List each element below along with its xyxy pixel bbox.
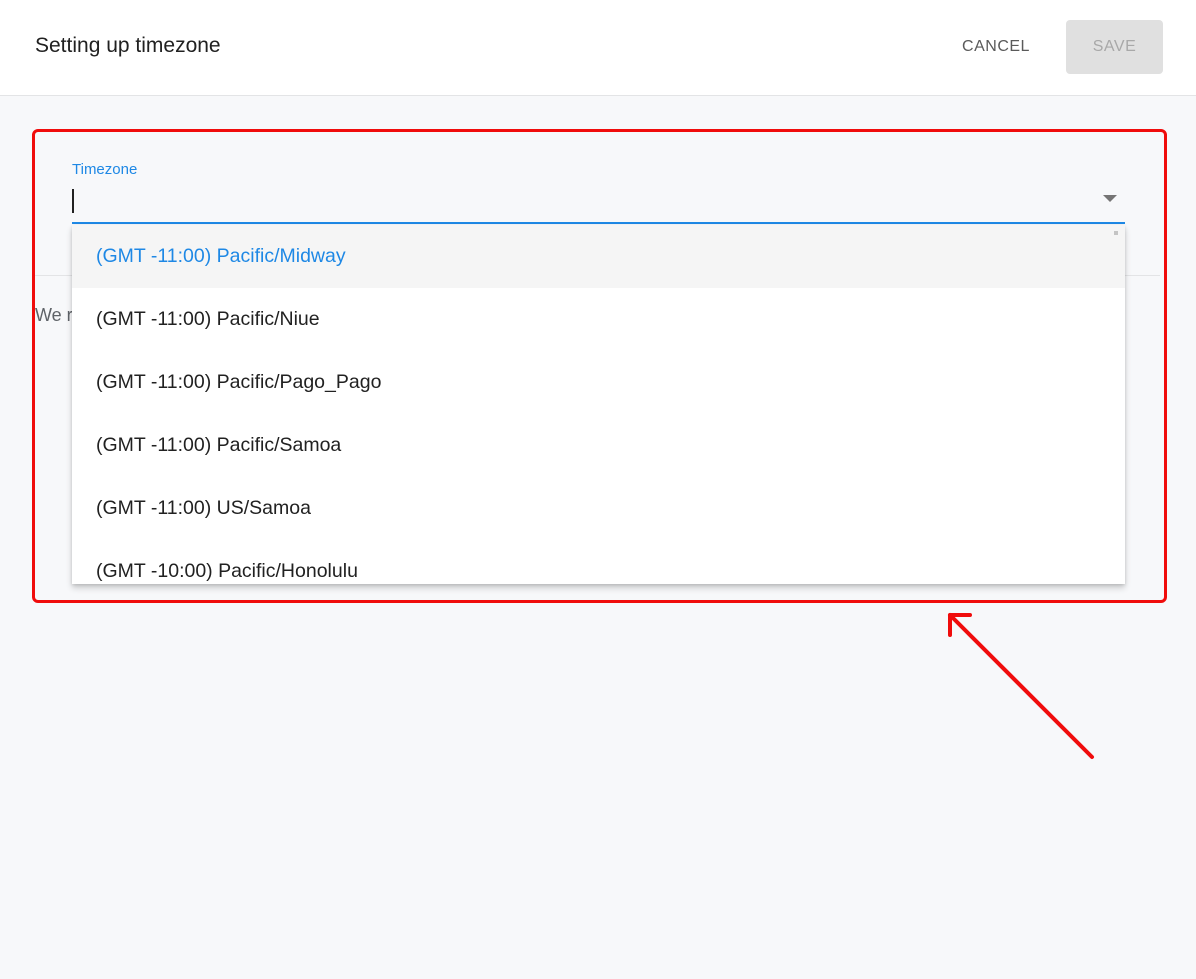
header-bar: Setting up timezone CANCEL SAVE: [0, 0, 1196, 96]
description-text: We r: [35, 305, 73, 325]
timezone-field[interactable]: Timezone: [72, 155, 1125, 225]
timezone-option[interactable]: (GMT -11:00) US/Samoa: [72, 477, 1125, 540]
scrollbar-thumb[interactable]: [1114, 231, 1118, 235]
field-underline: [72, 222, 1125, 224]
timezone-option[interactable]: (GMT -11:00) Pacific/Samoa: [72, 414, 1125, 477]
timezone-dropdown-menu[interactable]: (GMT -11:00) Pacific/Midway (GMT -11:00)…: [72, 225, 1125, 584]
timezone-label: Timezone: [72, 161, 138, 178]
dropdown-arrow-icon[interactable]: [1103, 195, 1117, 202]
text-cursor: [72, 189, 74, 213]
page-title: Setting up timezone: [35, 34, 221, 57]
save-button[interactable]: SAVE: [1066, 20, 1163, 74]
cancel-button[interactable]: CANCEL: [944, 20, 1048, 74]
timezone-option[interactable]: (GMT -11:00) Pacific/Midway: [72, 225, 1125, 288]
timezone-input[interactable]: [72, 183, 1092, 219]
timezone-option[interactable]: (GMT -10:00) Pacific/Honolulu: [72, 540, 1125, 584]
timezone-option[interactable]: (GMT -11:00) Pacific/Niue: [72, 288, 1125, 351]
timezone-option[interactable]: (GMT -11:00) Pacific/Pago_Pago: [72, 351, 1125, 414]
